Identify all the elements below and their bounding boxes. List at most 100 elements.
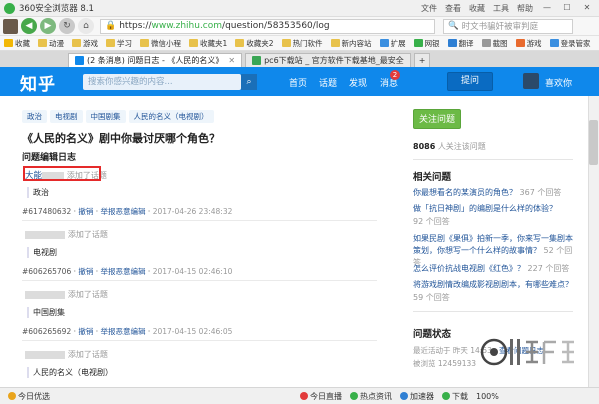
status-label: 加速器 xyxy=(410,391,434,401)
search-icon[interactable]: ⌕ xyxy=(241,74,257,90)
log-topic[interactable]: 人民的名义（电视剧） xyxy=(27,367,113,378)
new-tab-button[interactable]: + xyxy=(413,53,431,67)
minimize-icon[interactable]: — xyxy=(541,3,553,14)
related-question[interactable]: 做「抗日神剧」的编剧是什么样的体验？ xyxy=(413,203,557,214)
menu-tools[interactable]: 工具 xyxy=(493,3,509,14)
log-entry-header: 添加了话题 xyxy=(25,229,108,240)
toolbar-screenshot[interactable]: 截图 xyxy=(481,38,508,49)
user-avatar-icon[interactable] xyxy=(3,18,18,34)
report-link[interactable]: 举报恶意编辑 xyxy=(101,207,146,216)
bookmark-item[interactable]: 收藏夹1 xyxy=(189,38,227,49)
question-title[interactable]: 《人民的名义》剧中你最讨厌哪个角色？ xyxy=(22,130,220,146)
url-input[interactable]: 🔒 https://www.zhihu.com/question/5835356… xyxy=(100,18,435,34)
related-question[interactable]: 将游戏剧情改编成影视剧剧本，有哪些难点？ xyxy=(413,279,573,290)
topic-tag[interactable]: 中国剧集 xyxy=(85,110,126,123)
status-news[interactable]: 热点资讯 xyxy=(350,391,392,402)
revert-link[interactable]: 撤销 xyxy=(78,207,93,216)
message-badge: 2 xyxy=(390,70,400,80)
toolbar-extensions[interactable]: 扩展 xyxy=(379,38,406,49)
browser-logo-icon xyxy=(4,2,15,14)
toolbar-games[interactable]: 游戏 xyxy=(515,38,542,49)
answer-count: 367 个回答 xyxy=(519,188,562,197)
bookmark-item[interactable]: 动漫 xyxy=(38,38,64,49)
log-topic[interactable]: 电视剧 xyxy=(27,247,57,258)
report-link[interactable]: 举报恶意编辑 xyxy=(101,327,146,336)
zhihu-search-input[interactable]: 搜索你感兴趣的内容... xyxy=(83,74,241,90)
avatar[interactable] xyxy=(523,73,539,89)
browser-search-input[interactable]: 🔍 时文书骗奸被审判庭 xyxy=(443,18,573,34)
bookmark-label: 游戏 xyxy=(526,38,542,48)
browser-status-bar: 今日优选 今日直播 热点资讯 加速器 下载 100% xyxy=(0,387,599,404)
bookmark-label: 收藏夹1 xyxy=(200,38,228,48)
tab-close-icon[interactable]: ✕ xyxy=(228,56,235,65)
nav-home[interactable]: 首页 xyxy=(289,76,307,89)
bookmark-label: 收藏 xyxy=(15,38,30,48)
folder-icon xyxy=(281,38,291,47)
menu-file[interactable]: 文件 xyxy=(421,3,437,14)
log-id: #617480632 xyxy=(22,207,72,216)
watermark-logo xyxy=(480,338,574,366)
answer-count: 59 个回答 xyxy=(413,293,450,302)
related-question-text[interactable]: 你最想看名的某演员的角色？ xyxy=(413,188,517,197)
toolbar-login[interactable]: 登录管家 xyxy=(549,38,591,49)
back-icon[interactable]: ◀ xyxy=(21,18,37,34)
log-topic[interactable]: 政治 xyxy=(27,187,49,198)
scrollbar-thumb[interactable] xyxy=(589,120,598,165)
related-question-text[interactable]: 将游戏剧情改编成影视剧剧本，有哪些难点？ xyxy=(413,280,573,289)
related-question[interactable]: 怎么评价抗战电视剧《红色》？ 227 个回答 xyxy=(413,263,569,274)
revert-link[interactable]: 撤销 xyxy=(78,267,93,276)
related-question-text[interactable]: 做「抗日神剧」的编剧是什么样的体验？ xyxy=(413,204,557,213)
menu-help[interactable]: 帮助 xyxy=(517,3,533,14)
topic-tag[interactable]: 政治 xyxy=(22,110,47,123)
status-live[interactable]: 今日直播 xyxy=(300,391,342,402)
bookmark-item[interactable]: 学习 xyxy=(106,38,132,49)
status-accelerator[interactable]: 加速器 xyxy=(400,391,434,402)
log-topic[interactable]: 中国剧集 xyxy=(27,307,65,318)
toolbar-translate[interactable]: 翻译 xyxy=(447,38,474,49)
follower-label: 人关注该问题 xyxy=(437,142,486,151)
close-icon[interactable]: ✕ xyxy=(581,3,593,14)
topic-tag[interactable]: 人民的名义（电视剧） xyxy=(128,110,214,123)
maximize-icon[interactable]: ☐ xyxy=(561,3,573,14)
toolbar-bank[interactable]: 网银 xyxy=(413,38,440,49)
revert-link[interactable]: 撤销 xyxy=(78,327,93,336)
tab-label: pc6下载站 _ 官方软件下载基地_最安全 xyxy=(264,56,404,65)
bookmark-item[interactable]: 热门软件 xyxy=(281,38,323,49)
answer-count: 92 个回答 xyxy=(413,217,450,226)
zhihu-logo[interactable]: 知乎 xyxy=(20,70,56,95)
log-action: 添加了话题 xyxy=(67,350,108,359)
views-label: 被浏览 xyxy=(413,359,438,368)
follow-question-button[interactable]: 关注问题 xyxy=(413,109,461,129)
menu-favorites[interactable]: 收藏 xyxy=(469,3,485,14)
report-link[interactable]: 举报恶意编辑 xyxy=(101,267,146,276)
nav-explore[interactable]: 发现 xyxy=(349,76,367,89)
zoom-level[interactable]: 100% xyxy=(476,392,499,401)
status-label: 今日直播 xyxy=(310,391,342,401)
tab-pc6[interactable]: pc6下载站 _ 官方软件下载基地_最安全 xyxy=(245,53,411,67)
related-question[interactable]: 你最想看名的某演员的角色？ 367 个回答 xyxy=(413,187,561,198)
status-recommend[interactable]: 今日优选 xyxy=(8,391,50,402)
bookmark-label: 游戏 xyxy=(83,38,98,48)
related-question-text[interactable]: 怎么评价抗战电视剧《红色》？ xyxy=(413,264,525,273)
username[interactable]: 喜欢你 xyxy=(545,76,572,89)
bookmark-favorites[interactable]: 收藏 xyxy=(4,38,30,49)
ask-button[interactable]: 提问 xyxy=(447,72,493,91)
zhihu-header: 知乎 搜索你感兴趣的内容... ⌕ 首页 话题 发现 消息 2 提问 喜欢你 xyxy=(0,67,599,96)
tab-zhihu-log[interactable]: (2 条消息) 问题日志 - 《人民的名义》 ✕ xyxy=(68,53,243,67)
key-icon xyxy=(549,38,559,47)
log-time: 2017-04-15 02:46:05 xyxy=(152,327,233,336)
bookmark-item[interactable]: 游戏 xyxy=(72,38,98,49)
log-entry-header: 添加了话题 xyxy=(25,289,108,300)
news-icon xyxy=(350,392,358,400)
status-download[interactable]: 下载 xyxy=(442,391,468,402)
refresh-icon[interactable]: ↻ xyxy=(59,18,75,34)
home-icon[interactable]: ⌂ xyxy=(78,18,94,34)
bookmark-item[interactable]: 微信小程 xyxy=(140,38,181,49)
bookmark-item[interactable]: 新内容站 xyxy=(330,38,372,49)
topic-tag[interactable]: 电视剧 xyxy=(50,110,83,123)
nav-topics[interactable]: 话题 xyxy=(319,76,337,89)
forward-icon[interactable]: ▶ xyxy=(40,18,56,34)
url-text[interactable]: https://www.zhihu.com/question/58353560/… xyxy=(119,21,329,31)
menu-view[interactable]: 查看 xyxy=(445,3,461,14)
bookmark-item[interactable]: 收藏夹2 xyxy=(235,38,274,49)
